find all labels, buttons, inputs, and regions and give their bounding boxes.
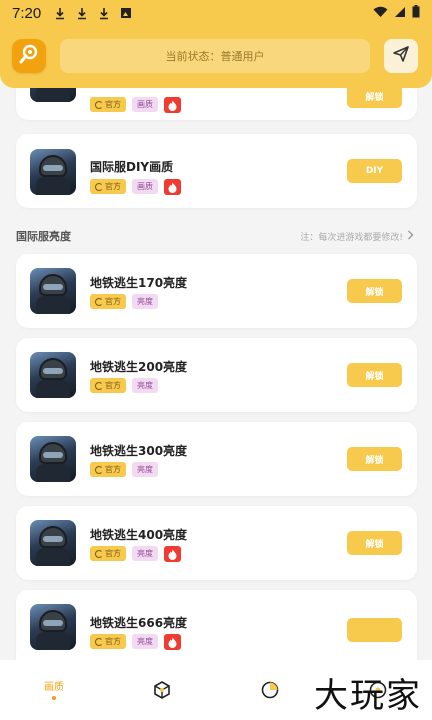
tag-official: 官方: [90, 179, 126, 194]
battery-icon: [412, 4, 420, 22]
status-bar: 7:20: [0, 0, 432, 26]
item-title: 国际服DIY画质: [90, 160, 174, 174]
tag-official: 官方: [90, 462, 126, 477]
tag-official: 官方: [90, 97, 126, 112]
unlock-button[interactable]: 解锁: [347, 363, 402, 387]
tag-category: 亮度: [132, 634, 158, 649]
game-thumbnail: [30, 520, 76, 566]
tag-category: 画质: [132, 97, 158, 112]
watermark-logo: 大玩家: [314, 676, 422, 716]
list-item[interactable]: 地铁逃生400亮度 官方 亮度 解锁: [16, 506, 417, 580]
fire-icon: [164, 97, 181, 113]
wifi-icon: [373, 4, 388, 22]
section-header: 国际服亮度 注：每次进游戏都要修改!: [16, 226, 414, 246]
list-item[interactable]: 官方 画质 解锁: [16, 88, 417, 120]
game-thumbnail: [30, 88, 76, 102]
item-title: 地铁逃生200亮度: [90, 360, 188, 374]
item-title: 地铁逃生666亮度: [90, 616, 188, 630]
status-time: 7:20: [12, 4, 42, 22]
send-icon: [392, 45, 410, 67]
unlock-button[interactable]: 解锁: [347, 279, 402, 303]
tab-quality[interactable]: 画质: [0, 660, 108, 720]
unlock-button[interactable]: 解锁: [347, 447, 402, 471]
list-item[interactable]: 地铁逃生666亮度 官方 亮度: [16, 590, 417, 660]
tag-category: 画质: [132, 179, 158, 194]
item-title: 地铁逃生300亮度: [90, 444, 188, 458]
tool-icon: [18, 43, 40, 69]
unlock-button[interactable]: [347, 618, 402, 642]
pie-chart-icon: [260, 680, 280, 700]
tab-quality-label: 画质: [44, 682, 64, 693]
tag-official: 官方: [90, 634, 126, 649]
game-thumbnail: [30, 604, 76, 650]
image-icon: [119, 6, 133, 20]
tag-official: 官方: [90, 378, 126, 393]
top-header: 7:20 当前状态：普通用户: [0, 0, 432, 88]
section-title: 国际服亮度: [16, 230, 71, 243]
app-logo-button[interactable]: [12, 39, 46, 73]
tag-category: 亮度: [132, 378, 158, 393]
diy-button[interactable]: DIY: [347, 159, 402, 183]
list-item[interactable]: 国际服DIY画质 官方 画质 DIY: [16, 134, 417, 208]
fire-icon: [164, 546, 181, 562]
download-icon: [97, 6, 111, 20]
tab-stats[interactable]: [216, 660, 324, 720]
fire-icon: [164, 179, 181, 195]
unlock-button[interactable]: 解锁: [347, 88, 402, 108]
item-title: 地铁逃生400亮度: [90, 528, 188, 542]
tag-official: 官方: [90, 294, 126, 309]
game-thumbnail: [30, 436, 76, 482]
game-thumbnail: [30, 352, 76, 398]
game-thumbnail: [30, 149, 76, 195]
tab-cube[interactable]: [108, 660, 216, 720]
active-dot: [52, 696, 56, 700]
tag-category: 亮度: [132, 546, 158, 561]
send-button[interactable]: [384, 39, 418, 73]
list-item[interactable]: 地铁逃生170亮度 官方 亮度 解锁: [16, 254, 417, 328]
list-item[interactable]: 地铁逃生300亮度 官方 亮度 解锁: [16, 422, 417, 496]
download-icon: [53, 6, 67, 20]
download-icon: [75, 6, 89, 20]
tag-category: 亮度: [132, 462, 158, 477]
tag-official: 官方: [90, 546, 126, 561]
game-thumbnail: [30, 268, 76, 314]
content-list[interactable]: 官方 画质 解锁 国际服DIY画质 官方 画质 DIY 国际服亮度 注：每次进游…: [0, 88, 432, 660]
unlock-button[interactable]: 解锁: [347, 531, 402, 555]
list-item[interactable]: 地铁逃生200亮度 官方 亮度 解锁: [16, 338, 417, 412]
chevron-right-icon: [407, 230, 414, 243]
signal-icon: [394, 4, 406, 22]
item-title: 地铁逃生170亮度: [90, 276, 188, 290]
tag-category: 亮度: [132, 294, 158, 309]
section-note[interactable]: 注：每次进游戏都要修改!: [300, 230, 414, 243]
fire-icon: [164, 634, 181, 650]
current-state-box: 当前状态：普通用户: [60, 39, 370, 73]
cube-icon: [152, 680, 172, 700]
